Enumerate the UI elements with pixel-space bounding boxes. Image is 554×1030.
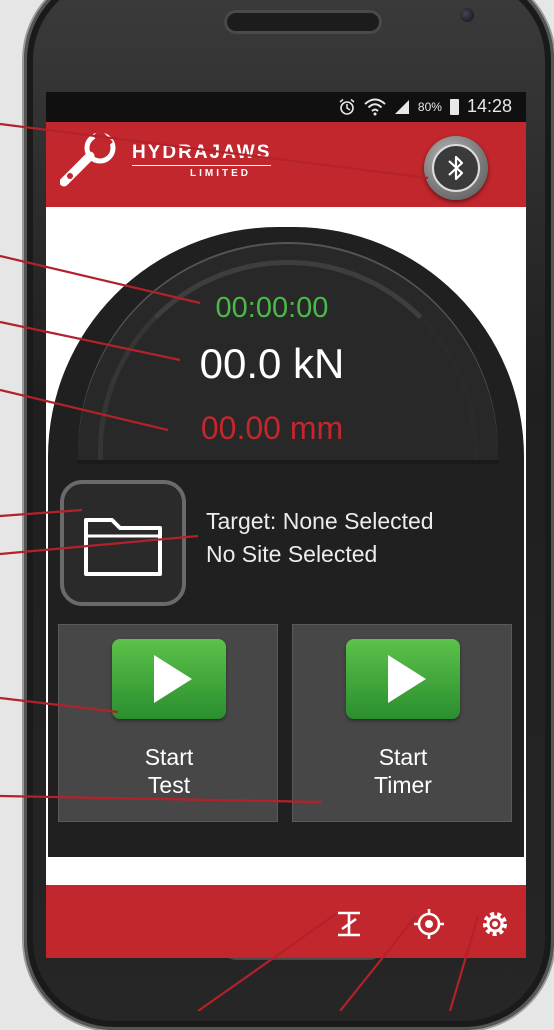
gauge-base [78, 460, 498, 464]
top-speaker [224, 10, 382, 34]
signal-icon [394, 99, 409, 114]
site-label: No Site Selected [206, 541, 378, 567]
front-camera [460, 8, 474, 22]
site-folder-button[interactable] [60, 480, 186, 606]
wrench-logo-icon [60, 132, 116, 187]
start-test-button[interactable]: Start Test [58, 624, 278, 822]
bottom-toolbar [46, 885, 526, 958]
alarm-icon [339, 98, 355, 115]
logo-subtext: LIMITED [190, 168, 251, 179]
wifi-icon [364, 98, 386, 115]
target-icon[interactable] [412, 907, 446, 941]
play-icon [112, 639, 226, 719]
start-test-label-line1: Start [144, 744, 194, 770]
status-time: 14:28 [466, 96, 512, 116]
app-header: HYDRAJAWS LIMITED [46, 122, 526, 207]
play-icon [346, 639, 460, 719]
target-label: Target: None Selected [206, 508, 434, 534]
header-gap [46, 207, 526, 227]
selection-info: Target: None Selected No Site Selected [206, 505, 434, 571]
status-bar: 80% 14:28 [46, 92, 526, 122]
app-screen: 80% 14:28 HYDRAJAWS LIMITED 00:00:00 00.… [46, 92, 526, 958]
settings-icon[interactable] [478, 907, 512, 941]
timer-readout: 00:00:00 [215, 292, 329, 324]
bluetooth-button[interactable] [424, 136, 488, 200]
start-timer-button[interactable]: Start Timer [292, 624, 512, 822]
start-timer-label-line1: Start [378, 744, 428, 770]
force-readout: 00.0 kN [199, 340, 345, 387]
battery-percent: 80% [417, 99, 442, 114]
calibrate-icon[interactable] [332, 907, 366, 941]
folder-icon [84, 518, 162, 576]
displacement-readout: 00.00 mm [200, 410, 344, 446]
battery-icon [449, 98, 459, 115]
bluetooth-icon [448, 155, 464, 181]
start-test-label-line2: Test [147, 772, 191, 798]
hydrajaws-logo: HYDRAJAWS LIMITED [60, 132, 320, 192]
logo-text: HYDRAJAWS [132, 142, 272, 166]
footer-gap [46, 857, 526, 885]
start-timer-label-line2: Timer [374, 772, 432, 798]
